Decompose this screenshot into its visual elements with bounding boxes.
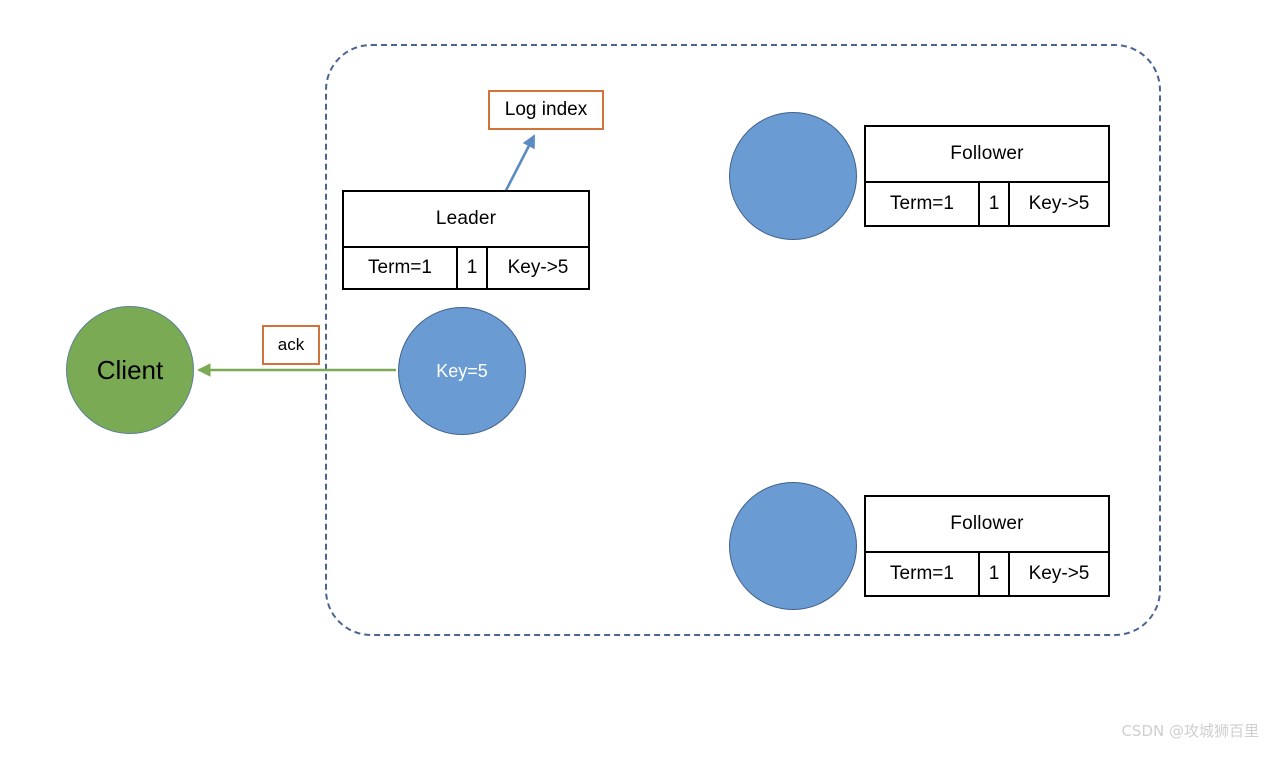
follower-1-log-index-cell: 1: [980, 183, 1010, 225]
follower-1-entry-cell: Key->5: [1028, 193, 1090, 214]
follower-2-term-cell: Term=1: [866, 553, 980, 595]
follower-1-node-table: Follower Term=1 1 Key->5: [864, 125, 1110, 227]
follower-1-log-row: Term=1 1 Key->5: [866, 183, 1108, 225]
request-label: Key=5: [436, 360, 488, 381]
follower-1-term-cell: Term=1: [866, 183, 980, 225]
leader-entry-cell: Key->5: [507, 257, 569, 278]
client-circle[interactable]: Client: [66, 306, 194, 434]
leader-node-table: Leader Term=1 1 Key->5: [342, 190, 590, 290]
log-index-callout: Log index: [488, 90, 604, 130]
follower-2-role-label: Follower: [866, 497, 1108, 553]
leader-log-index-cell: 1: [458, 248, 488, 288]
leader-term-cell: Term=1: [344, 248, 458, 288]
watermark: CSDN @攻城狮百里: [1121, 722, 1259, 740]
follower-2-circle[interactable]: [729, 482, 857, 610]
follower-2-log-index-cell: 1: [980, 553, 1010, 595]
log-index-callout-label: Log index: [504, 99, 588, 120]
ack-callout-label: ack: [277, 335, 305, 354]
ack-callout: ack: [262, 325, 320, 365]
leader-role-label: Leader: [344, 192, 588, 248]
follower-2-node-table: Follower Term=1 1 Key->5: [864, 495, 1110, 597]
follower-1-circle[interactable]: [729, 112, 857, 240]
request-circle[interactable]: Key=5: [398, 307, 526, 435]
diagram-canvas: Client Key=5 Leader Term=1 1 Key->5 Foll…: [0, 0, 1275, 759]
leader-log-row: Term=1 1 Key->5: [344, 248, 588, 288]
client-label: Client: [96, 354, 164, 385]
follower-2-entry-cell: Key->5: [1028, 563, 1090, 584]
follower-2-log-row: Term=1 1 Key->5: [866, 553, 1108, 595]
follower-1-role-label: Follower: [866, 127, 1108, 183]
